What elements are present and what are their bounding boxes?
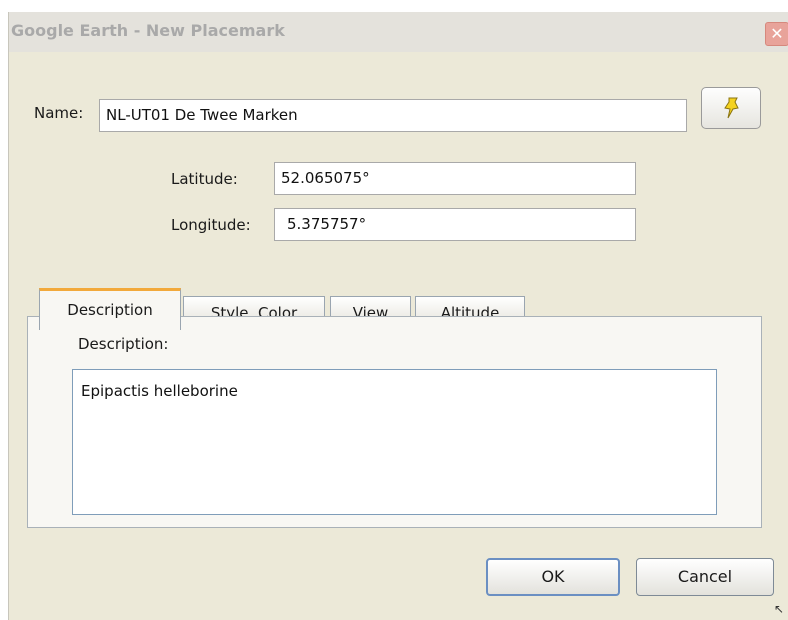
name-label: Name:: [34, 104, 84, 122]
window-title: Google Earth - New Placemark: [11, 21, 285, 40]
longitude-input[interactable]: 5.375757°: [274, 208, 636, 241]
pushpin-icon: [724, 97, 739, 119]
placemark-icon-button[interactable]: [701, 87, 761, 129]
latitude-label: Latitude:: [171, 170, 238, 188]
close-icon[interactable]: ✕: [765, 22, 788, 46]
cancel-button[interactable]: Cancel: [636, 558, 774, 596]
title-bar[interactable]: Google Earth - New Placemark ✕: [9, 12, 788, 52]
resize-grip-icon[interactable]: ↖: [774, 602, 784, 616]
description-textarea[interactable]: Epipactis helleborine: [72, 369, 717, 515]
latitude-input[interactable]: 52.065075°: [274, 162, 636, 195]
longitude-label: Longitude:: [171, 216, 251, 234]
ok-button[interactable]: OK: [486, 558, 620, 596]
description-panel: Description: Epipactis helleborine: [27, 316, 762, 528]
name-input[interactable]: NL-UT01 De Twee Marken: [99, 99, 687, 132]
description-label: Description:: [78, 335, 169, 353]
tab-description[interactable]: Description: [39, 288, 181, 330]
